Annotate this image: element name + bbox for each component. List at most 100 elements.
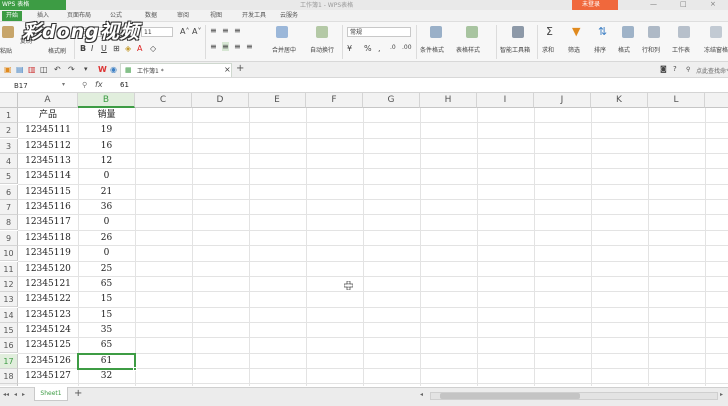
tab-home[interactable]: 开始	[2, 11, 23, 21]
command-search-input[interactable]: 点此查找命令	[696, 66, 728, 75]
row-header[interactable]: 14	[0, 307, 18, 323]
select-all-corner[interactable]	[0, 93, 18, 108]
row-header[interactable]: 13	[0, 292, 18, 308]
new-file-icon[interactable]: ▣	[4, 65, 12, 74]
cell-product[interactable]: 产品	[18, 108, 78, 123]
cell-sales[interactable]: 0	[78, 246, 135, 261]
cell-sales[interactable]: 15	[78, 308, 135, 323]
table-style-button[interactable]: 表格样式	[456, 45, 480, 54]
column-header-h[interactable]: H	[420, 93, 477, 108]
cell-product[interactable]: 12345113	[18, 154, 78, 169]
row-header[interactable]: 9	[0, 230, 18, 246]
cell-product[interactable]: 12345128	[18, 384, 78, 386]
freeze-panes-button[interactable]: 冻结窗格	[704, 45, 728, 54]
cell-product[interactable]: 12345122	[18, 292, 78, 307]
name-box-dropdown-icon[interactable]: ▾	[62, 81, 65, 88]
conditional-format-button[interactable]: 条件格式	[420, 45, 444, 54]
wrap-text-icon[interactable]	[316, 26, 328, 38]
smart-toolbox-button[interactable]: 智能工具箱	[500, 45, 530, 54]
fill-color-icon[interactable]: ◈	[125, 44, 131, 53]
fill-handle[interactable]	[133, 366, 137, 371]
column-header-a[interactable]: A	[18, 93, 78, 108]
align-top-icon[interactable]: ≡	[210, 26, 217, 35]
scroll-right-icon[interactable]: ▸	[720, 391, 723, 398]
align-middle-icon[interactable]: ≡	[222, 26, 229, 35]
close-tab-icon[interactable]: ×	[224, 65, 231, 74]
column-header-k[interactable]: K	[591, 93, 648, 108]
wrap-text-button[interactable]: 自动换行	[310, 45, 334, 54]
save-icon[interactable]: ▤	[16, 65, 24, 74]
cell-sales[interactable]: 21	[78, 384, 135, 386]
minimize-icon[interactable]: —	[650, 0, 657, 8]
tab-review[interactable]: 审阅	[177, 11, 189, 21]
cell-product[interactable]: 12345125	[18, 338, 78, 353]
cell-product[interactable]: 12345116	[18, 200, 78, 215]
row-header[interactable]: 16	[0, 338, 18, 354]
first-sheet-icon[interactable]: ◂◂	[3, 391, 9, 398]
cell-product[interactable]: 12345127	[18, 369, 78, 384]
justify-icon[interactable]: ≡	[246, 42, 253, 51]
name-box[interactable]: B17	[0, 80, 62, 92]
row-header[interactable]: 18	[0, 368, 18, 384]
row-header[interactable]: 1	[0, 108, 18, 123]
row-header[interactable]: 6	[0, 184, 18, 200]
conditional-format-icon[interactable]	[430, 26, 442, 38]
spreadsheet-grid[interactable]: A B C D E F G H I J K L 1 产品 销量 2 12345111 19…	[0, 93, 728, 386]
percent-button[interactable]: %	[364, 44, 372, 53]
row-header[interactable]: 19	[0, 384, 18, 386]
row-header[interactable]: 5	[0, 169, 18, 185]
column-header-c[interactable]: C	[135, 93, 192, 108]
filter-button[interactable]: 筛选	[568, 45, 580, 54]
align-center-icon[interactable]: ≡	[222, 42, 229, 51]
login-button[interactable]: 未登录	[572, 0, 618, 10]
command-search-icon[interactable]: ⚲	[686, 66, 690, 73]
row-col-button[interactable]: 行和列	[642, 45, 660, 54]
preview-icon[interactable]: ◫	[40, 65, 48, 74]
row-header[interactable]: 2	[0, 123, 18, 139]
smart-toolbox-icon[interactable]	[512, 26, 524, 38]
scroll-left-icon[interactable]: ◂	[420, 391, 423, 398]
border-icon[interactable]: ⊞	[113, 44, 120, 53]
decrease-decimal-icon[interactable]: .00	[402, 44, 412, 51]
document-tab[interactable]: ▦ 工作簿1 * ×	[120, 63, 232, 77]
cell-sales[interactable]: 65	[78, 338, 135, 353]
tab-developer[interactable]: 开发工具	[242, 11, 266, 21]
column-header-i[interactable]: I	[477, 93, 534, 108]
cell-product[interactable]: 12345120	[18, 262, 78, 277]
cell-product[interactable]: 12345118	[18, 231, 78, 246]
undo-icon[interactable]: ↶	[54, 65, 61, 74]
align-bottom-icon[interactable]: ≡	[234, 26, 241, 35]
cell-product[interactable]: 12345115	[18, 185, 78, 200]
merge-center-button[interactable]: 合并居中	[272, 45, 296, 54]
format-painter-button[interactable]: 格式刷	[48, 46, 66, 55]
filter-icon[interactable]: ▼	[572, 25, 580, 38]
cell-sales[interactable]: 19	[78, 123, 135, 138]
row-header[interactable]: 7	[0, 200, 18, 216]
cell-sales[interactable]: 65	[78, 277, 135, 292]
cell-sales[interactable]: 15	[78, 292, 135, 307]
sort-button[interactable]: 排序	[594, 45, 606, 54]
column-header-b[interactable]: B	[78, 93, 135, 108]
cell-sales[interactable]: 26	[78, 231, 135, 246]
column-header-f[interactable]: F	[306, 93, 363, 108]
row-header[interactable]: 15	[0, 322, 18, 338]
cell-sales[interactable]: 32	[78, 369, 135, 384]
align-left-icon[interactable]: ≡	[210, 42, 217, 51]
zoom-search-icon[interactable]: ⚲	[82, 81, 87, 89]
row-col-icon[interactable]	[648, 26, 660, 38]
cell-sales[interactable]: 12	[78, 154, 135, 169]
cell-product[interactable]: 12345121	[18, 277, 78, 292]
cell-sales[interactable]: 销量	[78, 108, 135, 123]
row-header[interactable]: 3	[0, 138, 18, 154]
horizontal-scroll-thumb[interactable]	[440, 393, 580, 399]
format-button[interactable]: 格式	[618, 45, 630, 54]
settings-icon[interactable]: ◙	[660, 65, 667, 73]
worksheet-icon[interactable]	[678, 26, 690, 38]
qat-dropdown-icon[interactable]: ▾	[84, 65, 88, 73]
sum-icon[interactable]: Σ	[546, 25, 553, 38]
table-style-icon[interactable]	[466, 26, 478, 38]
increase-font-icon[interactable]: A˄	[180, 27, 189, 36]
paste-icon[interactable]	[2, 26, 14, 38]
cell-sales[interactable]: 35	[78, 323, 135, 338]
tab-data[interactable]: 数据	[145, 11, 157, 21]
